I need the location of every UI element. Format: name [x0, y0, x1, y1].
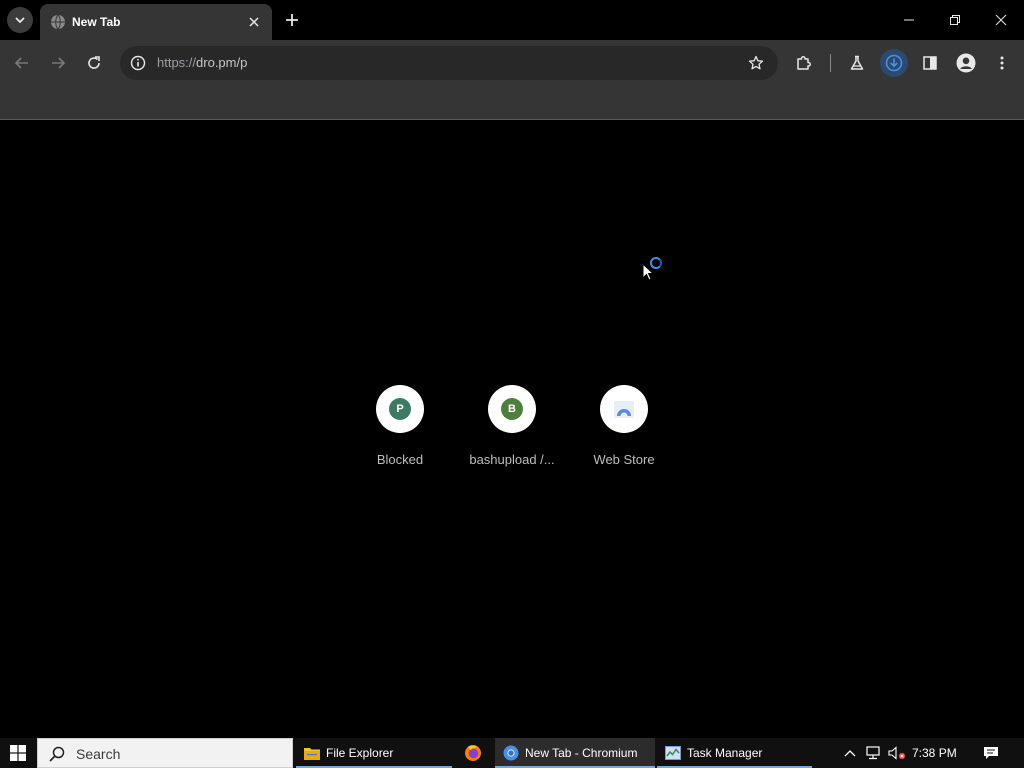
url-scheme: https:// — [157, 55, 197, 70]
taskbar-app-chromium[interactable]: New Tab - Chromium — [495, 738, 655, 768]
new-tab-page: P Blocked B bashupload /... Web Store — [0, 121, 1024, 738]
taskbar-app-firefox[interactable] — [462, 738, 490, 768]
globe-icon — [51, 14, 65, 30]
shortcut-icon-circle: P — [376, 385, 424, 433]
tab-close-button[interactable] — [244, 12, 264, 32]
bookmark-bar — [0, 86, 1024, 120]
folder-icon — [304, 748, 320, 760]
profile-button[interactable] — [952, 49, 980, 77]
reload-icon — [88, 56, 100, 69]
close-window-button[interactable] — [978, 0, 1024, 40]
windows-logo-icon — [10, 745, 26, 761]
shortcut-tile[interactable]: Web Store — [568, 385, 680, 475]
search-icon — [49, 746, 65, 762]
download-icon — [885, 54, 903, 72]
app-label: New Tab - Chromium — [525, 746, 638, 760]
network-tray-button[interactable] — [863, 738, 883, 768]
toolbar-separator — [830, 54, 831, 72]
bookmark-star-button[interactable] — [746, 53, 766, 73]
tab-search-button[interactable] — [7, 7, 33, 33]
info-icon — [130, 55, 146, 71]
clock[interactable]: 7:38 PM — [912, 745, 957, 761]
volume-tray-button[interactable] — [886, 738, 908, 768]
shortcut-letter-icon: P — [389, 398, 411, 420]
shortcut-tile[interactable]: P Blocked — [344, 385, 456, 475]
browser-toolbar: https://dro.pm/p — [0, 40, 1024, 86]
restore-icon — [950, 15, 960, 25]
web-store-icon — [614, 401, 634, 418]
puzzle-icon — [797, 56, 811, 70]
minimize-button[interactable] — [886, 0, 932, 40]
chevron-down-icon — [15, 17, 25, 24]
chevron-up-icon — [844, 750, 856, 757]
notification-center-button[interactable] — [978, 738, 1004, 768]
tray-overflow-button[interactable] — [840, 738, 860, 768]
arrow-right-icon — [52, 57, 66, 69]
extensions-button[interactable] — [790, 49, 818, 77]
taskbar-app-task-manager[interactable]: Task Manager — [657, 738, 812, 768]
task-manager-icon — [665, 746, 681, 760]
flask-icon — [850, 55, 864, 70]
firefox-icon — [465, 745, 481, 761]
active-tab[interactable]: New Tab — [40, 4, 272, 40]
tab-strip: New Tab — [0, 0, 1024, 40]
minimize-icon — [904, 19, 914, 21]
taskbar-app-file-explorer[interactable]: File Explorer — [296, 738, 452, 768]
windows-taskbar: Search File Explorer New Tab - Chromium — [0, 738, 1024, 768]
back-button[interactable] — [8, 49, 36, 77]
shortcut-label: Blocked — [376, 452, 424, 467]
menu-button[interactable] — [988, 49, 1016, 77]
shortcut-icon-circle: B — [488, 385, 536, 433]
forward-button[interactable] — [44, 49, 72, 77]
loading-spinner-icon — [650, 257, 662, 269]
tab-title: New Tab — [72, 15, 121, 29]
close-icon — [249, 17, 259, 27]
site-info-button[interactable] — [128, 53, 148, 73]
search-placeholder: Search — [76, 746, 121, 762]
shortcut-icon-circle — [600, 385, 648, 433]
downloads-button[interactable] — [880, 49, 908, 77]
url-host-path: dro.pm/p — [196, 55, 248, 70]
screen: New Tab https://dro.pm/p P Blocked B bas… — [0, 0, 1024, 768]
reload-button[interactable] — [80, 49, 108, 77]
notification-icon — [984, 747, 998, 759]
plus-icon — [286, 14, 298, 26]
new-tab-button[interactable] — [280, 8, 304, 32]
side-panel-button[interactable] — [916, 49, 944, 77]
app-label: File Explorer — [326, 746, 394, 760]
volume-muted-icon — [888, 746, 906, 760]
side-panel-icon — [923, 56, 937, 70]
labs-button[interactable] — [843, 49, 871, 77]
start-button[interactable] — [0, 738, 36, 768]
app-label: Task Manager — [687, 746, 763, 760]
shortcut-label: Web Store — [593, 452, 655, 467]
taskbar-search-box[interactable]: Search — [37, 738, 293, 768]
avatar-icon — [956, 53, 976, 73]
star-icon — [748, 55, 764, 70]
network-icon — [866, 746, 880, 760]
url-text: https://dro.pm/p — [157, 55, 247, 71]
address-bar[interactable]: https://dro.pm/p — [120, 46, 778, 80]
more-vertical-icon — [1000, 56, 1004, 70]
shortcut-label: bashupload /... — [469, 452, 555, 467]
close-icon — [995, 14, 1007, 26]
shortcut-tile[interactable]: B bashupload /... — [456, 385, 568, 475]
restore-button[interactable] — [932, 0, 978, 40]
chromium-icon — [503, 745, 519, 761]
shortcut-letter-icon: B — [501, 398, 523, 420]
arrow-left-icon — [14, 57, 28, 69]
